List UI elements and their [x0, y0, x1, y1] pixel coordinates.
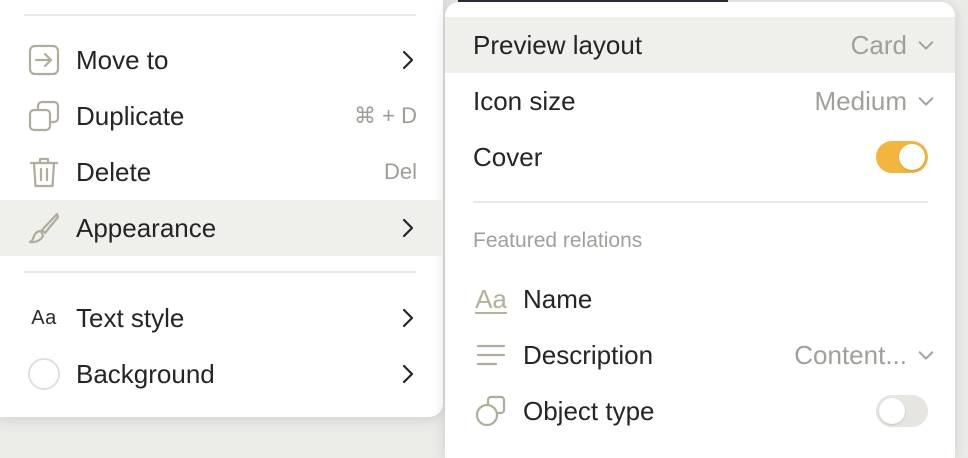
shortcut-delete: Del — [383, 159, 417, 184]
trash-icon — [26, 154, 62, 190]
relation-object-type-row: Object type — [445, 383, 955, 439]
chevron-right-icon — [399, 50, 417, 70]
submenu-divider — [473, 201, 928, 203]
menu-item-label: Background — [76, 358, 215, 389]
text-relation-icon: Aa — [475, 283, 507, 314]
menu-item-duplicate[interactable]: Duplicate ⌘ + D — [0, 88, 443, 144]
object-type-icon — [473, 393, 509, 429]
chevron-right-icon — [399, 308, 417, 328]
preview-layout-label: Preview layout — [473, 29, 643, 60]
menu-item-move-to[interactable]: Move to — [0, 32, 443, 88]
brush-icon — [26, 210, 62, 246]
preview-layout-value: Card — [850, 29, 907, 60]
menu-item-label: Text style — [76, 302, 185, 333]
chevron-down-icon — [917, 92, 935, 110]
relation-label: Name — [523, 283, 593, 314]
menu-item-label: Duplicate — [76, 100, 185, 131]
menu-item-background[interactable]: Background — [0, 346, 443, 402]
duplicate-icon — [26, 98, 62, 134]
chevron-down-icon — [917, 36, 935, 54]
object-type-toggle[interactable] — [876, 395, 928, 427]
featured-relations-heading: Featured relations — [473, 229, 643, 252]
cover-toggle[interactable] — [876, 141, 928, 173]
menu-item-text-style[interactable]: Aa Text style — [0, 290, 443, 346]
toggle-knob — [879, 398, 905, 424]
description-value: Content... — [794, 339, 907, 370]
icon-size-label: Icon size — [473, 85, 576, 116]
relation-label: Description — [523, 339, 654, 370]
menu-item-label: Appearance — [76, 212, 217, 243]
menu-divider — [24, 271, 416, 273]
toggle-knob — [899, 144, 925, 170]
relation-name-row[interactable]: Aa Name — [445, 271, 955, 327]
icon-size-row[interactable]: Icon size Medium — [445, 73, 955, 129]
menu-divider — [24, 14, 416, 16]
menu-item-label: Move to — [76, 44, 169, 75]
menu-item-appearance[interactable]: Appearance — [0, 200, 443, 256]
text-style-icon: Aa — [31, 306, 57, 329]
chevron-right-icon — [399, 218, 417, 238]
menu-item-label: Delete — [76, 156, 152, 187]
background-circle-icon — [26, 356, 62, 392]
relation-description-row[interactable]: Description Content... — [445, 327, 955, 383]
shortcut-duplicate: ⌘ + D — [354, 103, 417, 128]
icon-size-value: Medium — [814, 85, 907, 116]
cover-label: Cover — [473, 141, 543, 172]
preview-layout-row[interactable]: Preview layout Card — [445, 17, 955, 73]
cover-row: Cover — [445, 129, 955, 185]
chevron-right-icon — [399, 364, 417, 384]
menu-item-delete[interactable]: Delete Del — [0, 144, 443, 200]
lines-icon — [473, 337, 509, 373]
chevron-down-icon — [917, 346, 935, 364]
relation-label: Object type — [523, 395, 655, 426]
move-to-icon — [26, 42, 62, 78]
